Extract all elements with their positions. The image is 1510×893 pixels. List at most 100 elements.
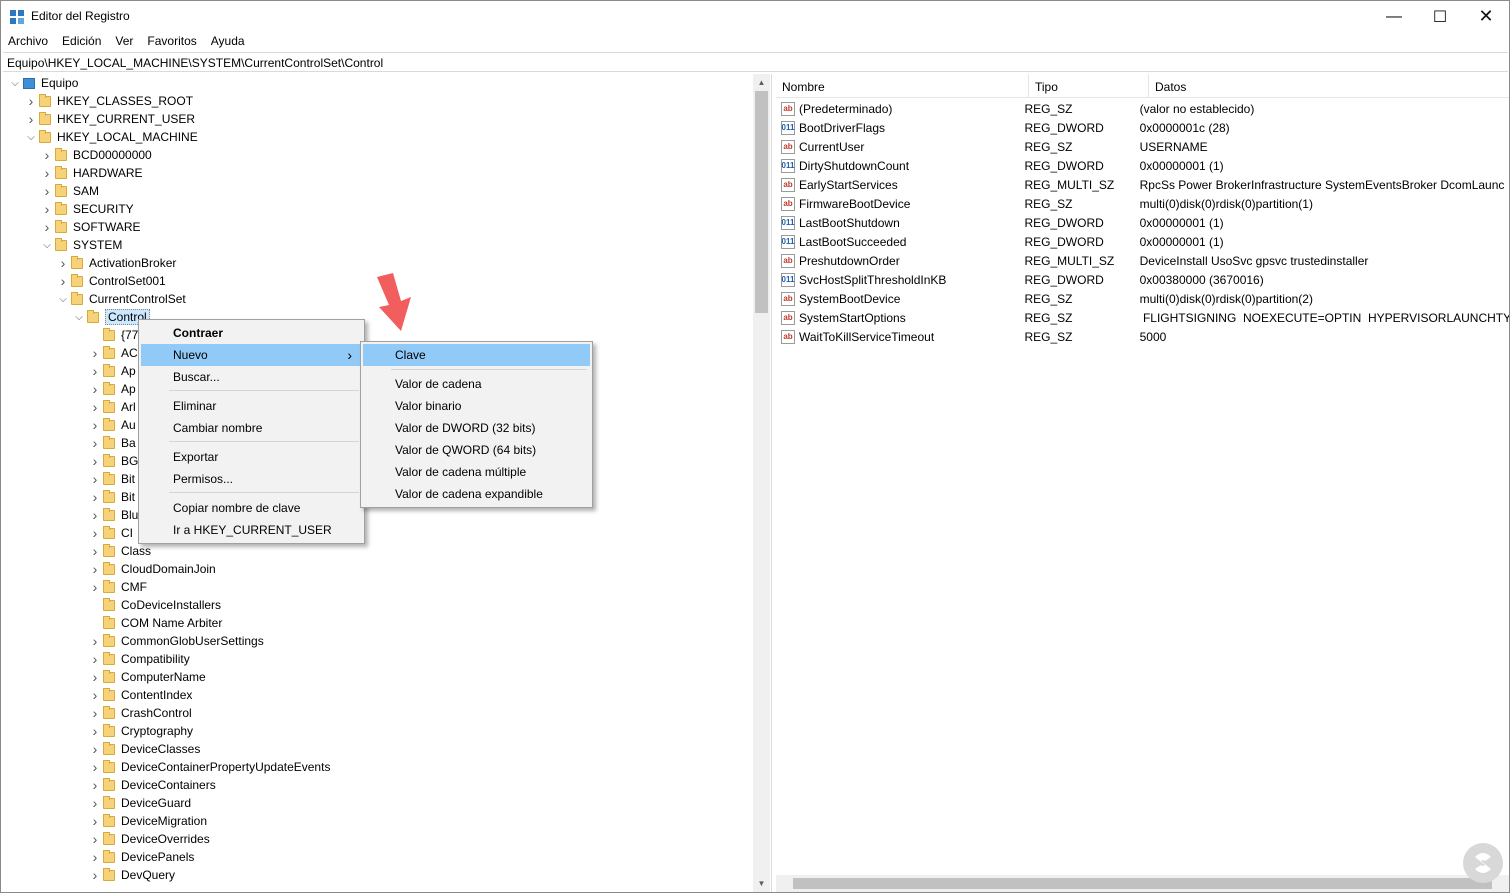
chevron-right-icon[interactable]: › <box>87 722 103 740</box>
chevron-right-icon[interactable]: › <box>87 650 103 668</box>
scroll-down-icon[interactable]: ▼ <box>753 875 770 892</box>
chevron-down-icon[interactable]: ⌵ <box>7 74 23 92</box>
tree-item[interactable]: › DeviceGuard <box>87 794 191 812</box>
chevron-right-icon[interactable]: › <box>87 686 103 704</box>
tree-item[interactable]: › ControlSet001 <box>55 272 166 290</box>
chevron-right-icon[interactable]: › <box>87 488 103 506</box>
chevron-right-icon[interactable]: › <box>39 200 55 218</box>
tree-item[interactable]: › SOFTWARE <box>39 218 141 236</box>
tree-item[interactable]: › Compatibility <box>87 650 190 668</box>
tree-item[interactable]: › DeviceClasses <box>87 740 201 758</box>
tree-item[interactable]: › ComputerName <box>87 668 206 686</box>
chevron-right-icon[interactable]: › <box>87 434 103 452</box>
submenu-item-clave[interactable]: Clave <box>363 344 590 366</box>
tree-item[interactable]: › BG <box>87 452 139 470</box>
tree-item[interactable]: CoDeviceInstallers <box>87 596 221 614</box>
column-header-datos[interactable]: Datos <box>1149 74 1509 98</box>
tree-item[interactable]: COM Name Arbiter <box>87 614 222 632</box>
chevron-down-icon[interactable]: ⌵ <box>71 308 87 326</box>
chevron-right-icon[interactable]: › <box>87 578 103 596</box>
tree-item[interactable]: › ContentIndex <box>87 686 193 704</box>
chevron-right-icon[interactable]: › <box>23 92 39 110</box>
chevron-right-icon[interactable]: › <box>39 146 55 164</box>
tree-item[interactable]: › Ba <box>87 434 136 452</box>
value-row[interactable]: ab (Predeterminado) REG_SZ (valor no establ… <box>776 99 1509 118</box>
tree-item[interactable]: › Class <box>87 542 151 560</box>
list-horizontal-scrollbar[interactable] <box>776 875 1509 892</box>
chevron-right-icon[interactable]: › <box>87 740 103 758</box>
tree-item[interactable]: › CI <box>87 524 133 542</box>
scrollbar-thumb[interactable] <box>755 91 768 313</box>
chevron-down-icon[interactable]: ⌵ <box>55 290 71 308</box>
submenu-item-valor-dword[interactable]: Valor de DWORD (32 bits) <box>363 417 590 439</box>
tree-item[interactable]: › Arl <box>87 398 136 416</box>
tree-item[interactable]: › Au <box>87 416 136 434</box>
chevron-right-icon[interactable]: › <box>55 272 71 290</box>
chevron-right-icon[interactable]: › <box>87 812 103 830</box>
menu-edicion[interactable]: Edición <box>55 32 108 52</box>
column-header-tipo[interactable]: Tipo <box>1029 74 1149 98</box>
chevron-right-icon[interactable]: › <box>87 866 103 884</box>
chevron-right-icon[interactable]: › <box>87 344 103 362</box>
chevron-right-icon[interactable]: › <box>87 776 103 794</box>
tree-root-equipo[interactable]: ⌵ Equipo <box>7 74 78 92</box>
chevron-down-icon[interactable]: ⌵ <box>39 236 55 254</box>
menu-item-eliminar[interactable]: Eliminar <box>141 395 362 417</box>
menu-item-contraer[interactable]: Contraer <box>141 322 362 344</box>
tree-item[interactable]: › Blu <box>87 506 139 524</box>
value-row[interactable]: 011 LastBootShutdown REG_DWORD 0x00000001 (… <box>776 213 1509 232</box>
chevron-right-icon[interactable]: › <box>87 398 103 416</box>
submenu-item-valor-binario[interactable]: Valor binario <box>363 395 590 417</box>
value-row[interactable]: ab SystemBootDevice REG_SZ multi(0)disk(0)r… <box>776 289 1509 308</box>
minimize-button[interactable]: — <box>1371 1 1417 32</box>
menu-item-ir-a-hkcu[interactable]: Ir a HKEY_CURRENT_USER <box>141 519 362 541</box>
chevron-right-icon[interactable]: › <box>87 506 103 524</box>
chevron-right-icon[interactable]: › <box>87 830 103 848</box>
column-header-nombre[interactable]: Nombre <box>776 74 1029 98</box>
tree-item[interactable]: › DevQuery <box>87 866 175 884</box>
value-row[interactable]: ab PreshutdownOrder REG_MULTI_SZ DeviceInst… <box>776 251 1509 270</box>
menu-item-exportar[interactable]: Exportar <box>141 446 362 468</box>
value-row[interactable]: 011 LastBootSucceeded REG_DWORD 0x00000001 … <box>776 232 1509 251</box>
tree-item[interactable]: › BCD00000000 <box>39 146 152 164</box>
tree-item[interactable]: ⌵ CurrentControlSet <box>55 290 186 308</box>
chevron-right-icon[interactable]: › <box>87 560 103 578</box>
value-row[interactable]: ab EarlyStartServices REG_MULTI_SZ RpcSs Po… <box>776 175 1509 194</box>
menu-ayuda[interactable]: Ayuda <box>204 32 252 52</box>
value-row[interactable]: 011 BootDriverFlags REG_DWORD 0x0000001c (2… <box>776 118 1509 137</box>
chevron-right-icon[interactable]: › <box>87 416 103 434</box>
tree-item[interactable]: › HKEY_CURRENT_USER <box>23 110 195 128</box>
tree-item[interactable]: › Bit <box>87 470 135 488</box>
tree-item[interactable]: › Bit <box>87 488 135 506</box>
tree-item[interactable]: › Cryptography <box>87 722 193 740</box>
tree-item[interactable]: › HARDWARE <box>39 164 143 182</box>
value-row[interactable]: 011 SvcHostSplitThresholdInKB REG_DWORD 0x0… <box>776 270 1509 289</box>
address-bar[interactable]: Equipo\HKEY_LOCAL_MACHINE\SYSTEM\Current… <box>3 52 1508 72</box>
menu-favoritos[interactable]: Favoritos <box>140 32 203 52</box>
chevron-right-icon[interactable]: › <box>87 632 103 650</box>
submenu-item-valor-cadena-expandible[interactable]: Valor de cadena expandible <box>363 483 590 505</box>
tree-item[interactable]: › DeviceContainerPropertyUpdateEvents <box>87 758 331 776</box>
tree-item[interactable]: › Ap <box>87 380 136 398</box>
value-row[interactable]: 011 DirtyShutdownCount REG_DWORD 0x00000001… <box>776 156 1509 175</box>
tree-item[interactable]: › DevicePanels <box>87 848 195 866</box>
submenu-item-valor-cadena-multiple[interactable]: Valor de cadena múltiple <box>363 461 590 483</box>
chevron-down-icon[interactable]: ⌵ <box>23 128 39 146</box>
tree-vertical-scrollbar[interactable]: ▲ ▼ <box>753 74 770 892</box>
chevron-right-icon[interactable]: › <box>39 164 55 182</box>
tree-item[interactable]: › SAM <box>39 182 99 200</box>
tree-item[interactable]: › DeviceOverrides <box>87 830 210 848</box>
tree-item[interactable]: › CMF <box>87 578 147 596</box>
tree-item[interactable]: › SECURITY <box>39 200 134 218</box>
chevron-right-icon[interactable]: › <box>87 362 103 380</box>
scroll-up-icon[interactable]: ▲ <box>753 74 770 91</box>
menu-archivo[interactable]: Archivo <box>1 32 55 52</box>
menu-item-nuevo[interactable]: Nuevo › <box>141 344 362 366</box>
close-button[interactable]: ✕ <box>1463 1 1509 32</box>
maximize-button[interactable]: ☐ <box>1417 1 1463 32</box>
chevron-right-icon[interactable]: › <box>87 668 103 686</box>
tree-item[interactable]: › CloudDomainJoin <box>87 560 216 578</box>
tree-item[interactable]: ⌵ HKEY_LOCAL_MACHINE <box>23 128 198 146</box>
chevron-right-icon[interactable]: › <box>87 758 103 776</box>
menu-item-buscar[interactable]: Buscar... <box>141 366 362 388</box>
